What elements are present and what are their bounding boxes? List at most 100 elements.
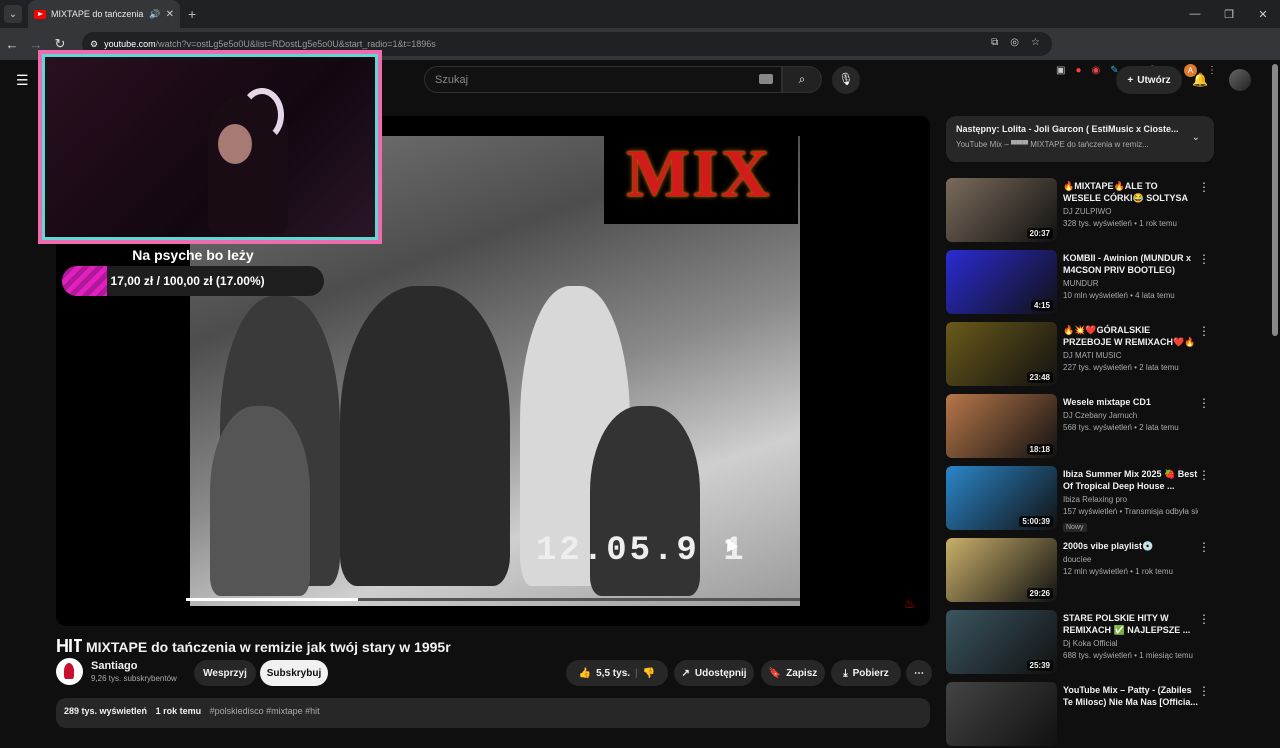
share-icon: ↗ bbox=[681, 667, 690, 679]
tab-close-icon[interactable]: ✕ bbox=[166, 9, 174, 20]
recommendation-meta: 328 tys. wyświetleń • 1 rok temu bbox=[1063, 219, 1177, 228]
recommendation-item[interactable]: 29:26 2000s vibe playlist💿 doucíee 12 ml… bbox=[946, 538, 1216, 604]
page-scrollbar[interactable] bbox=[1272, 64, 1278, 336]
like-icon[interactable]: 👍 bbox=[579, 668, 591, 679]
voice-search-button[interactable]: 🎙 bbox=[832, 66, 860, 94]
video-thumbnail[interactable]: 20:37 bbox=[946, 178, 1057, 242]
video-title: HIT MIXTAPE do tańczenia w remizie jak t… bbox=[56, 636, 451, 657]
new-tab-icon[interactable]: + bbox=[188, 6, 196, 22]
more-actions-button[interactable]: ⋯ bbox=[906, 660, 932, 686]
recommendation-item[interactable]: 25:39 STARE POLSKIE HITY W REMIXACH ✅ NA… bbox=[946, 610, 1216, 676]
tab-title: MIXTAPE do tańczenia w remizie bbox=[51, 9, 144, 19]
more-options-icon[interactable]: ⋮ bbox=[1198, 468, 1210, 482]
up-next-panel[interactable]: Następny: Lolita - Joli Garcon ( EstiMus… bbox=[946, 116, 1214, 162]
channel-row: Santiago 9,26 tys. subskrybentów bbox=[56, 658, 177, 685]
recommendation-title[interactable]: Wesele mixtape CD1 bbox=[1063, 396, 1198, 408]
search-button[interactable]: ⌕ bbox=[782, 66, 822, 93]
recommendation-meta: 688 tys. wyświetleń • 1 miesiąc temu bbox=[1063, 651, 1193, 660]
search-icon: ⌕ bbox=[798, 72, 806, 86]
keyboard-icon[interactable] bbox=[759, 74, 773, 84]
dislike-icon[interactable]: 👎 bbox=[643, 668, 655, 679]
recommendation-channel[interactable]: DJ Czebany Jarnuch bbox=[1063, 411, 1198, 420]
recommendation-item[interactable]: 18:18 Wesele mixtape CD1 DJ Czebany Jarn… bbox=[946, 394, 1216, 460]
account-avatar[interactable] bbox=[1229, 69, 1251, 91]
more-options-icon[interactable]: ⋮ bbox=[1198, 540, 1210, 554]
audio-playing-icon[interactable]: 🔊 bbox=[149, 9, 160, 20]
video-progress-bar[interactable] bbox=[186, 598, 800, 601]
share-label: Udostępnij bbox=[694, 667, 747, 679]
recommendation-title[interactable]: STARE POLSKIE HITY W REMIXACH ✅ NAJLEPSZ… bbox=[1063, 612, 1198, 636]
create-button[interactable]: + Utwórz bbox=[1116, 66, 1182, 94]
more-options-icon[interactable]: ⋮ bbox=[1198, 324, 1210, 338]
recommendation-item[interactable]: YouTube Mix – Patty - (Zabiles Te Milosc… bbox=[946, 682, 1216, 748]
recommendation-meta: 10 mln wyświetleń • 4 lata temu bbox=[1063, 291, 1175, 300]
search-input[interactable]: Szukaj bbox=[424, 66, 782, 93]
url-domain: youtube.com bbox=[104, 39, 156, 49]
recommendation-channel[interactable]: Ibiza Relaxing pro bbox=[1063, 495, 1198, 504]
tab-search-button[interactable]: ⌄ bbox=[4, 5, 22, 23]
more-options-icon[interactable]: ⋮ bbox=[1198, 252, 1210, 266]
video-thumbnail[interactable] bbox=[946, 682, 1057, 746]
more-options-icon[interactable]: ⋮ bbox=[1198, 684, 1210, 698]
plus-icon: + bbox=[1127, 74, 1134, 86]
recommendation-title[interactable]: 2000s vibe playlist💿 bbox=[1063, 540, 1198, 552]
video-thumbnail[interactable]: 29:26 bbox=[946, 538, 1057, 602]
browser-tab-active[interactable]: MIXTAPE do tańczenia w remizie 🔊 ✕ bbox=[28, 0, 180, 28]
download-button[interactable]: ⤓ Pobierz bbox=[831, 660, 901, 686]
recommendation-channel[interactable]: DJ ZULPIWO bbox=[1063, 207, 1198, 216]
hamburger-menu-icon[interactable]: ☰ bbox=[16, 72, 29, 89]
bookmark-star-icon[interactable]: ☆ bbox=[1031, 37, 1040, 48]
view-count: 289 tys. wyświetleń bbox=[64, 706, 148, 716]
description-box[interactable]: 289 tys. wyświetleń 1 rok temu #polskied… bbox=[56, 698, 930, 728]
video-thumbnail[interactable]: 25:39 bbox=[946, 610, 1057, 674]
recommendation-item[interactable]: 5:00:39 Ibiza Summer Mix 2025 🍓 Best Of … bbox=[946, 466, 1216, 532]
omnibox-icons: ⧉ ◎ ☆ bbox=[991, 37, 1040, 48]
share-button[interactable]: ↗ Udostępnij bbox=[674, 660, 754, 686]
back-icon[interactable]: ← bbox=[0, 37, 24, 52]
subscribe-button[interactable]: Subskrybuj bbox=[260, 660, 328, 686]
video-thumbnail[interactable]: 4:15 bbox=[946, 250, 1057, 314]
restore-icon[interactable]: ❐ bbox=[1212, 0, 1246, 28]
upload-age: 1 rok temu bbox=[155, 706, 202, 716]
donation-goal-text: 17,00 zł / 100,00 zł (17.00%) bbox=[110, 274, 265, 288]
video-person bbox=[210, 406, 310, 596]
new-badge: Nowy bbox=[1063, 523, 1087, 532]
eye-off-icon[interactable]: ◎ bbox=[1010, 37, 1019, 48]
more-options-icon[interactable]: ⋮ bbox=[1198, 612, 1210, 626]
chevron-down-icon[interactable]: ⌄ bbox=[1192, 132, 1200, 143]
install-app-icon[interactable]: ⧉ bbox=[991, 37, 998, 48]
recommendation-title[interactable]: YouTube Mix – Patty - (Zabiles Te Milosc… bbox=[1063, 684, 1198, 708]
recommendation-title[interactable]: Ibiza Summer Mix 2025 🍓 Best Of Tropical… bbox=[1063, 468, 1198, 492]
recommendation-title[interactable]: KOMBII - Awinion (MUNDUR x M4CSON PRIV B… bbox=[1063, 252, 1198, 276]
more-options-icon[interactable]: ⋮ bbox=[1198, 180, 1210, 194]
channel-name[interactable]: Santiago bbox=[91, 660, 177, 672]
channel-avatar[interactable] bbox=[56, 658, 83, 685]
webcam-overlay bbox=[38, 50, 382, 244]
video-thumbnail[interactable]: 5:00:39 bbox=[946, 466, 1057, 530]
like-count[interactable]: 5,5 tys. bbox=[596, 668, 630, 679]
close-window-icon[interactable]: ✕ bbox=[1246, 0, 1280, 28]
more-options-icon[interactable]: ⋮ bbox=[1198, 396, 1210, 410]
search-placeholder: Szukaj bbox=[435, 74, 469, 86]
recommendation-item[interactable]: 23:48 🔥💥❤️GÓRALSKIE PRZEBOJE W REMIXACH❤… bbox=[946, 322, 1216, 388]
recommendation-title[interactable]: 🔥MIXTAPE🔥ALE TO WESELE CÓRKI😂 SOLTYSA🍌 1… bbox=[1063, 180, 1198, 204]
recommendation-channel[interactable]: MUNDUR bbox=[1063, 279, 1198, 288]
hashtags[interactable]: #polskiedisco #mixtape #hit bbox=[210, 706, 320, 716]
recommendation-item[interactable]: 20:37 🔥MIXTAPE🔥ALE TO WESELE CÓRKI😂 SOLT… bbox=[946, 178, 1216, 244]
site-info-icon[interactable]: ⚙ bbox=[90, 39, 98, 50]
up-next-title: Następny: Lolita - Joli Garcon ( EstiMus… bbox=[956, 124, 1179, 134]
support-button[interactable]: Wesprzyj bbox=[194, 660, 256, 686]
notifications-bell-icon[interactable]: 🔔 bbox=[1192, 72, 1208, 88]
recommendation-title[interactable]: 🔥💥❤️GÓRALSKIE PRZEBOJE W REMIXACH❤️🔥🌟... bbox=[1063, 324, 1198, 348]
donation-goal-bar: 17,00 zł / 100,00 zł (17.00%) bbox=[62, 266, 324, 296]
video-date-stamp: 12.05.9 1 bbox=[536, 532, 747, 570]
recommendation-item[interactable]: 4:15 KOMBII - Awinion (MUNDUR x M4CSON P… bbox=[946, 250, 1216, 316]
video-thumbnail[interactable]: 23:48 bbox=[946, 322, 1057, 386]
recommendation-channel[interactable]: doucíee bbox=[1063, 555, 1198, 564]
video-thumbnail[interactable]: 18:18 bbox=[946, 394, 1057, 458]
channel-watermark-icon[interactable]: ♨ bbox=[903, 595, 916, 612]
recommendation-channel[interactable]: Dj Koka Official bbox=[1063, 639, 1198, 648]
recommendation-channel[interactable]: DJ MATI MUSIC bbox=[1063, 351, 1198, 360]
save-button[interactable]: 🔖 Zapisz bbox=[761, 660, 825, 686]
minimize-icon[interactable]: — bbox=[1178, 0, 1212, 28]
